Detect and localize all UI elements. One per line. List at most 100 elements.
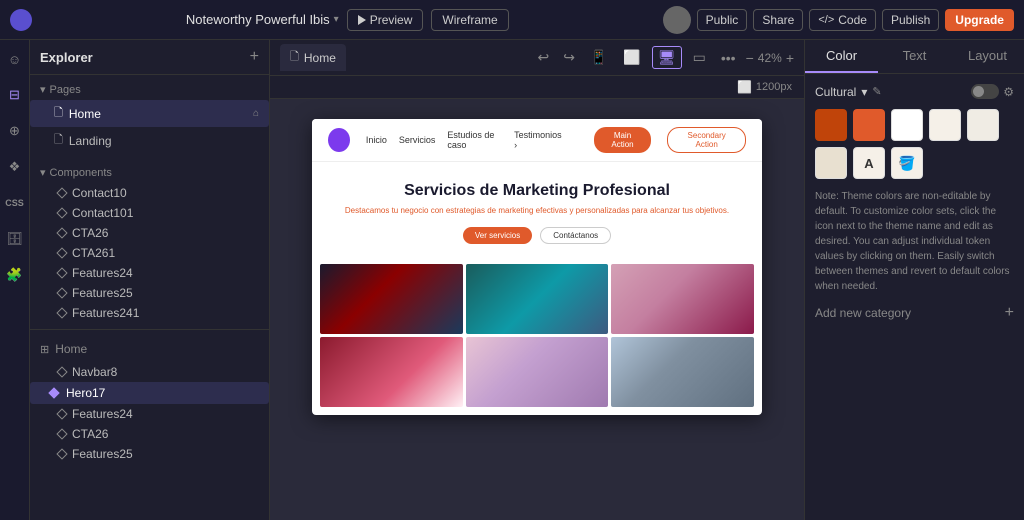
share-button[interactable]: Share bbox=[753, 9, 803, 31]
components-section[interactable]: ▾ Components bbox=[30, 158, 269, 183]
tab-text[interactable]: Text bbox=[878, 40, 951, 73]
icon-rail-css[interactable]: CSS bbox=[4, 192, 26, 214]
dropdown-icon: ▾ bbox=[861, 85, 867, 99]
zoom-minus-button[interactable]: − bbox=[746, 50, 754, 66]
pages-arrow-icon: ▾ bbox=[40, 83, 46, 96]
play-icon bbox=[358, 15, 366, 25]
app-logo bbox=[10, 9, 32, 31]
hero-title: Servicios de Marketing Profesional bbox=[328, 182, 746, 200]
instance-navbar8[interactable]: Navbar8 bbox=[30, 362, 269, 382]
panel-body: Cultural ▾ ✎ ⚙ bbox=[805, 74, 1024, 520]
desktop-button[interactable]: 🖥 bbox=[652, 46, 682, 69]
contactanos-button[interactable]: Contáctanos bbox=[540, 227, 611, 244]
tab-color[interactable]: Color bbox=[805, 40, 878, 73]
nav-link-estudios[interactable]: Estudios de caso bbox=[447, 130, 502, 150]
edit-category-icon[interactable]: ✎ bbox=[872, 85, 881, 98]
swatch-orange[interactable] bbox=[853, 109, 885, 141]
diamond-active-icon bbox=[48, 387, 59, 398]
preview-button[interactable]: Preview bbox=[347, 9, 424, 31]
website-preview-frame: Inicio Servicios Estudios de caso Testim… bbox=[312, 119, 762, 415]
canvas-frame-info: ⬜ 1200px bbox=[270, 76, 804, 99]
icon-rail-database[interactable]: 🗄 bbox=[4, 228, 26, 250]
nav-link-testimonios[interactable]: Testimonios › bbox=[514, 130, 562, 150]
main-action-button[interactable]: Main Action bbox=[594, 127, 652, 153]
icon-rail-component[interactable]: ❖ bbox=[4, 156, 26, 178]
swatch-tan[interactable] bbox=[815, 147, 847, 179]
publish-button[interactable]: Publish bbox=[882, 9, 939, 31]
swatch-cream[interactable] bbox=[929, 109, 961, 141]
toggle-knob bbox=[973, 86, 984, 97]
settings-icon[interactable]: ⚙ bbox=[1003, 85, 1014, 99]
component-features24[interactable]: Features24 bbox=[30, 263, 269, 283]
diamond-icon bbox=[56, 366, 67, 377]
theme-toggle[interactable] bbox=[971, 84, 999, 99]
tablet-button[interactable]: ⬜ bbox=[618, 47, 645, 68]
add-category-button[interactable]: Add new category + bbox=[815, 304, 1014, 322]
swatch-text-a[interactable]: A bbox=[853, 147, 885, 179]
nav-link-servicios[interactable]: Servicios bbox=[399, 135, 436, 145]
explorer-add-button[interactable]: + bbox=[250, 48, 259, 66]
zoom-plus-button[interactable]: + bbox=[786, 50, 794, 66]
swatch-light[interactable] bbox=[967, 109, 999, 141]
instance-features24[interactable]: Features24 bbox=[30, 404, 269, 424]
component-features241[interactable]: Features241 bbox=[30, 303, 269, 323]
component-contact10[interactable]: Contact10 bbox=[30, 183, 269, 203]
color-row-1 bbox=[815, 109, 1014, 141]
panel-tabs: Color Text Layout bbox=[805, 40, 1024, 74]
chevron-down-icon: ▾ bbox=[334, 14, 339, 25]
zoom-control: − 42% + bbox=[746, 50, 794, 66]
swatch-white[interactable] bbox=[891, 109, 923, 141]
desktop-wide-button[interactable]: ▭ bbox=[688, 47, 711, 68]
page-item-home[interactable]: 🗋 Home ⌂ bbox=[30, 100, 269, 127]
diamond-icon bbox=[56, 267, 67, 278]
component-contact101[interactable]: Contact101 bbox=[30, 203, 269, 223]
canvas-area: 🗋 Home ↩ ↪ 📱 ⬜ 🖥 ▭ ••• − 42% + ⬜ 12 bbox=[270, 40, 804, 520]
wireframe-button[interactable]: Wireframe bbox=[431, 9, 508, 31]
secondary-action-button[interactable]: Secondary Action bbox=[667, 127, 746, 153]
icon-rail-layers[interactable]: ⊟ bbox=[4, 84, 26, 106]
category-name: Cultural ▾ ✎ bbox=[815, 85, 882, 99]
icon-rail-smiley[interactable]: ☺ bbox=[4, 48, 26, 70]
diamond-icon bbox=[56, 187, 67, 198]
icon-rail-plus[interactable]: ⊕ bbox=[4, 120, 26, 142]
explorer-title: Explorer bbox=[40, 50, 93, 65]
component-cta261[interactable]: CTA261 bbox=[30, 243, 269, 263]
icon-rail: ☺ ⊟ ⊕ ❖ CSS 🗄 🧩 bbox=[0, 40, 30, 520]
site-hero: Servicios de Marketing Profesional Desta… bbox=[312, 162, 762, 264]
pages-section[interactable]: ▾ Pages bbox=[30, 75, 269, 100]
gallery-image-2 bbox=[466, 264, 609, 334]
code-button[interactable]: </> Code bbox=[809, 9, 876, 31]
instance-cta26[interactable]: CTA26 bbox=[30, 424, 269, 444]
frame-icon: ⬜ bbox=[737, 80, 752, 94]
explorer-body: ▾ Pages 🗋 Home ⌂ 🗋 Landing ▾ Components … bbox=[30, 75, 269, 520]
public-button[interactable]: Public bbox=[697, 9, 748, 31]
page-tab-icon: 🗋 bbox=[290, 48, 299, 67]
instance-features25[interactable]: Features25 bbox=[30, 444, 269, 464]
page-item-landing[interactable]: 🗋 Landing bbox=[30, 127, 269, 154]
site-gallery bbox=[312, 264, 762, 415]
tab-layout[interactable]: Layout bbox=[951, 40, 1024, 73]
nav-link-inicio[interactable]: Inicio bbox=[366, 135, 387, 145]
mobile-button[interactable]: 📱 bbox=[585, 47, 612, 68]
hero-subtitle: Destacamos tu negocio con estrategias de… bbox=[328, 206, 746, 215]
swatch-bucket[interactable]: 🪣 bbox=[891, 147, 923, 179]
diamond-icon bbox=[56, 428, 67, 439]
component-features25[interactable]: Features25 bbox=[30, 283, 269, 303]
diamond-icon bbox=[56, 307, 67, 318]
undo-button[interactable]: ↩ bbox=[534, 47, 554, 68]
site-logo-icon bbox=[328, 128, 350, 152]
redo-button[interactable]: ↪ bbox=[559, 47, 579, 68]
canvas-tab-home[interactable]: 🗋 Home bbox=[280, 44, 346, 71]
ver-servicios-button[interactable]: Ver servicios bbox=[463, 227, 532, 244]
instance-section[interactable]: ⊞ Home bbox=[30, 336, 269, 362]
hero-buttons: Ver servicios Contáctanos bbox=[328, 227, 746, 244]
more-button[interactable]: ••• bbox=[717, 48, 740, 68]
icon-rail-puzzle[interactable]: 🧩 bbox=[4, 264, 26, 286]
swatch-orange-dark[interactable] bbox=[815, 109, 847, 141]
topbar-right: Public Share </> Code Publish Upgrade bbox=[663, 6, 1014, 34]
upgrade-button[interactable]: Upgrade bbox=[945, 9, 1014, 31]
project-name[interactable]: Noteworthy Powerful Ibis ▾ bbox=[186, 12, 339, 27]
instance-hero17[interactable]: Hero17 bbox=[30, 382, 269, 404]
component-cta26[interactable]: CTA26 bbox=[30, 223, 269, 243]
toggle-area: ⚙ bbox=[971, 84, 1014, 99]
